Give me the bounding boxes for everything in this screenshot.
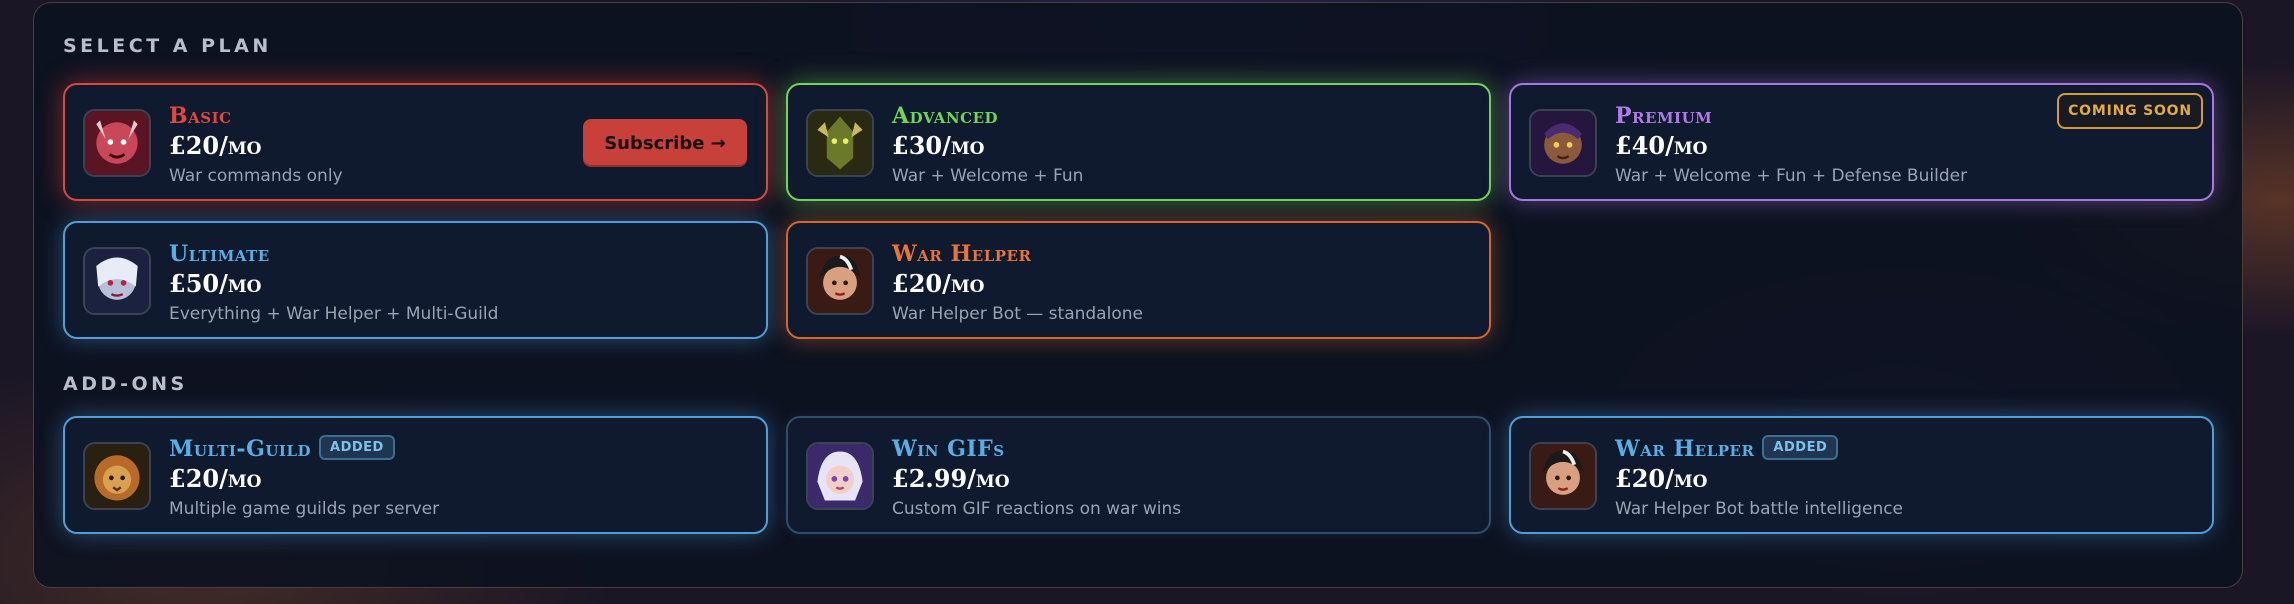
addon-description: Custom GIF reactions on war wins bbox=[892, 499, 1182, 519]
addon-description: War Helper Bot battle intelligence bbox=[1615, 499, 1904, 519]
addon-card-multi-guild[interactable]: Multi-Guild ADDED £20/mo Multiple game gu… bbox=[63, 416, 768, 534]
plan-price: £40/mo bbox=[1615, 131, 1708, 160]
addon-name-text: War Helper bbox=[1615, 436, 1755, 462]
plan-description: War + Welcome + Fun + Defense Builder bbox=[1615, 166, 1968, 186]
plan-card-war-helper[interactable]: War Helper £20/mo War Helper Bot — stand… bbox=[786, 221, 1491, 339]
plan-price: £50/mo bbox=[169, 269, 262, 298]
advanced-avatar bbox=[806, 109, 874, 177]
plan-name: War Helper bbox=[892, 241, 1032, 267]
plan-price: £20/mo bbox=[169, 131, 262, 160]
plan-card-advanced[interactable]: Advanced £30/mo War + Welcome + Fun bbox=[786, 83, 1491, 201]
addon-name: War Helper ADDED bbox=[1615, 434, 1839, 463]
plan-selection-panel: SELECT A PLAN Basic £20/mo War commands … bbox=[33, 2, 2243, 588]
plan-name: Basic bbox=[169, 103, 232, 129]
subscribe-button[interactable]: Subscribe → bbox=[583, 119, 747, 167]
plan-description: War Helper Bot — standalone bbox=[892, 304, 1143, 324]
added-badge: ADDED bbox=[1762, 434, 1839, 460]
basic-avatar bbox=[83, 109, 151, 177]
plan-description: Everything + War Helper + Multi-Guild bbox=[169, 304, 499, 324]
addon-card-win-gifs[interactable]: Win GIFs £2.99/mo Custom GIF reactions o… bbox=[786, 416, 1491, 534]
plan-name: Ultimate bbox=[169, 241, 270, 267]
plan-card-ultimate[interactable]: Ultimate £50/mo Everything + War Helper … bbox=[63, 221, 768, 339]
multi-guild-avatar bbox=[83, 442, 151, 510]
plan-price: £30/mo bbox=[892, 131, 985, 160]
plan-card-basic[interactable]: Basic £20/mo War commands only Subscribe… bbox=[63, 83, 768, 201]
plans-section-title: SELECT A PLAN bbox=[63, 35, 272, 57]
plan-description: War commands only bbox=[169, 166, 343, 186]
plan-card-premium[interactable]: Premium £40/mo War + Welcome + Fun + Def… bbox=[1509, 83, 2214, 201]
addon-price: £2.99/mo bbox=[892, 464, 1010, 493]
addon-price: £20/mo bbox=[169, 464, 262, 493]
plan-description: War + Welcome + Fun bbox=[892, 166, 1084, 186]
added-badge: ADDED bbox=[319, 434, 395, 460]
plan-name: Premium bbox=[1615, 103, 1713, 129]
premium-avatar bbox=[1529, 109, 1597, 177]
ultimate-avatar bbox=[83, 247, 151, 315]
addons-section-title: ADD-ONS bbox=[63, 373, 188, 395]
plan-name: Advanced bbox=[892, 103, 999, 129]
coming-soon-badge: COMING SOON bbox=[2057, 93, 2203, 129]
addon-price: £20/mo bbox=[1615, 464, 1708, 493]
addon-name: Multi-Guild ADDED bbox=[169, 434, 395, 463]
addon-card-war-helper[interactable]: War Helper ADDED £20/mo War Helper Bot ba… bbox=[1509, 416, 2214, 534]
addon-name-text: Multi-Guild bbox=[169, 436, 312, 462]
war-helper-avatar bbox=[806, 247, 874, 315]
addon-description: Multiple game guilds per server bbox=[169, 499, 440, 519]
plan-price: £20/mo bbox=[892, 269, 985, 298]
addon-name: Win GIFs bbox=[892, 436, 1005, 462]
war-helper-addon-avatar bbox=[1529, 442, 1597, 510]
win-gifs-avatar bbox=[806, 442, 874, 510]
